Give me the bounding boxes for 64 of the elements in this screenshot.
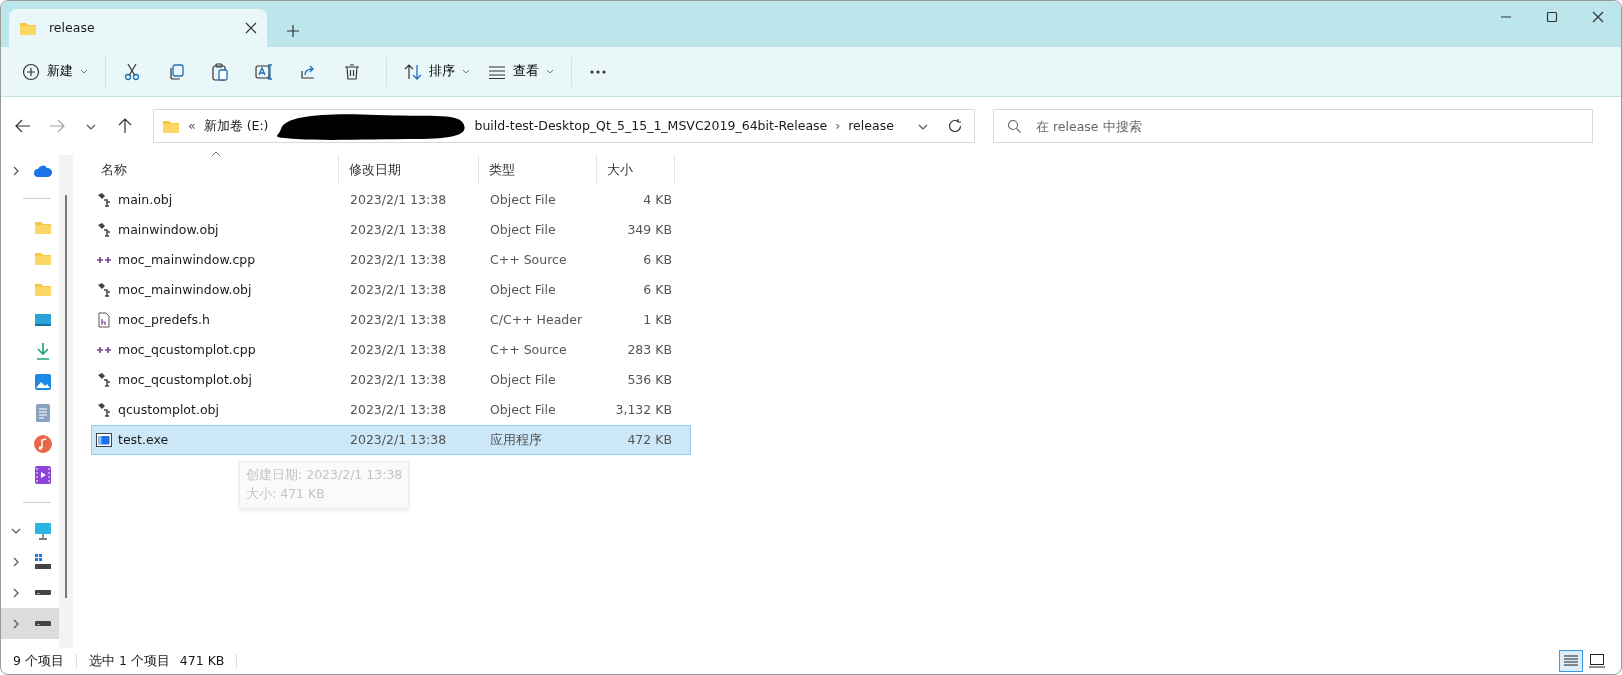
column-header[interactable]: 类型 — [479, 155, 597, 185]
table-cell-text: 2023/2/1 13:38 — [349, 190, 448, 209]
table-cell-text: 349 KB — [626, 220, 673, 239]
column-header[interactable]: 名称 — [91, 155, 339, 185]
file-row[interactable]: mainwindow.obj 2023/2/1 13:38 Object File 349 KB — [91, 215, 691, 245]
file-name: moc_qcustomplot.obj — [118, 370, 252, 389]
breadcrumb[interactable]: build-test-Desktop_Qt_5_15_1_MSVC2019_64bit-Release — [474, 116, 828, 136]
file-row[interactable]: moc_mainwindow.cpp 2023/2/1 13:38 C++ Source 6 KB — [91, 245, 691, 275]
item-count: 9 个项目 — [13, 651, 64, 670]
tab[interactable]: release — [9, 9, 267, 47]
file-row[interactable]: test.exe 2023/2/1 13:38 应用程序 472 KB — [91, 425, 691, 455]
file-name: moc_predefs.h — [118, 310, 210, 329]
table-cell-text: C/C++ Header — [489, 310, 584, 329]
overflow-chevron[interactable]: « — [188, 116, 196, 136]
file-row[interactable]: main.obj 2023/2/1 13:38 Object File 4 KB — [91, 185, 691, 215]
table-cell-text: 2023/2/1 13:38 — [349, 430, 448, 449]
column-header[interactable]: 大小 — [597, 155, 675, 185]
breadcrumb-separator: › — [835, 116, 841, 135]
table-cell-text: 6 KB — [642, 250, 673, 269]
table-cell-text: Object File — [489, 220, 557, 239]
file-row[interactable]: moc_qcustomplot.obj 2023/2/1 13:38 Object File 536 KB — [91, 365, 691, 395]
column-header[interactable]: 修改日期 — [339, 155, 479, 185]
table-cell-text: Object File — [489, 280, 557, 299]
search-field[interactable]: 在 release 中搜索 — [993, 109, 1593, 143]
table-cell-text: 2023/2/1 13:38 — [349, 340, 448, 359]
tab-label: release — [49, 18, 95, 37]
file-name: qcustomplot.obj — [118, 400, 219, 419]
table-cell-text: C++ Source — [489, 340, 568, 359]
selection-size: 471 KB — [179, 651, 225, 670]
table-cell-text: 1 KB — [642, 310, 673, 329]
file-name: test.exe — [118, 430, 169, 449]
table-cell-text: Object File — [489, 370, 557, 389]
file-name: moc_mainwindow.cpp — [118, 250, 256, 269]
file-row[interactable]: moc_predefs.h 2023/2/1 13:38 C/C++ Header 1 KB — [91, 305, 691, 335]
breadcrumb[interactable]: 新加卷 (E:) — [203, 116, 269, 136]
table-cell-text: 283 KB — [626, 340, 673, 359]
table-cell-text: 2023/2/1 13:38 — [349, 280, 448, 299]
table-cell-text: 2023/2/1 13:38 — [349, 250, 448, 269]
table-cell-text: 2023/2/1 13:38 — [349, 370, 448, 389]
table-cell-text: Object File — [489, 400, 557, 419]
table-cell-text: 6 KB — [642, 280, 673, 299]
file-name: mainwindow.obj — [118, 220, 219, 239]
table-cell-text: 2023/2/1 13:38 — [349, 310, 448, 329]
address-bar[interactable]: « 新加卷 (E:) build-test-Desktop_Qt_5_15_1_MSVC2019_64bit-Release › release — [153, 109, 975, 143]
table-cell-text: 2023/2/1 13:38 — [349, 220, 448, 239]
file-row[interactable]: qcustomplot.obj 2023/2/1 13:38 Object File 3,132 KB — [91, 395, 691, 425]
file-name: main.obj — [118, 190, 173, 209]
table-cell-text: Object File — [489, 190, 557, 209]
table-cell-text: 3,132 KB — [614, 400, 673, 419]
view-button[interactable]: 查看 — [481, 54, 561, 89]
table-cell-text: 应用程序 — [489, 430, 543, 449]
selection-count: 选中 1 个项目 — [88, 651, 170, 670]
table-cell-text: 536 KB — [626, 370, 673, 389]
table-cell-text: 472 KB — [626, 430, 673, 449]
breadcrumb[interactable]: release — [848, 116, 894, 136]
table-cell-text: 4 KB — [642, 190, 673, 209]
file-row[interactable]: moc_qcustomplot.cpp 2023/2/1 13:38 C++ Source 283 KB — [91, 335, 691, 365]
file-name: moc_qcustomplot.cpp — [118, 340, 256, 359]
new-button[interactable]: 新建 — [15, 54, 95, 89]
file-row[interactable]: moc_mainwindow.obj 2023/2/1 13:38 Object File 6 KB — [91, 275, 691, 305]
sort-button[interactable]: 排序 — [397, 54, 477, 89]
table-cell-text: C++ Source — [489, 250, 568, 269]
table-cell-text: 2023/2/1 13:38 — [349, 400, 448, 419]
file-name: moc_mainwindow.obj — [118, 280, 252, 299]
